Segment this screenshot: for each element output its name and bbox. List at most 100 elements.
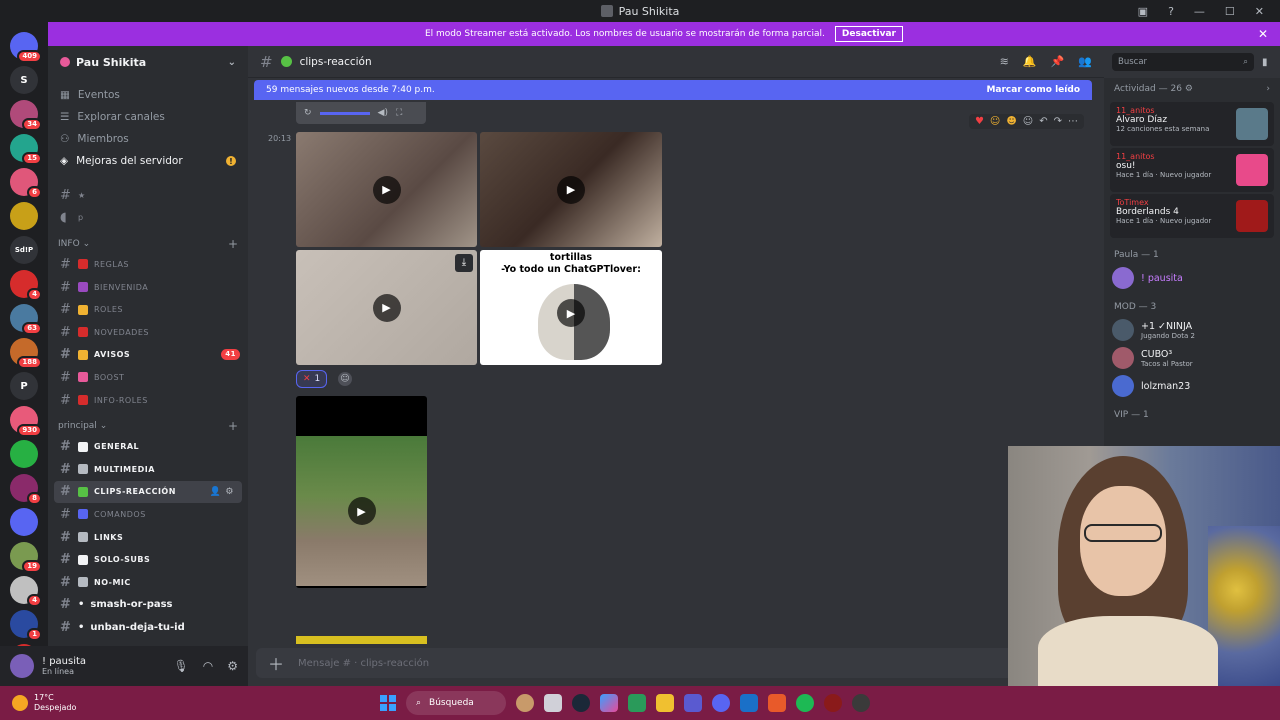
server-icon[interactable]: [10, 440, 38, 468]
activity-card[interactable]: 11_anitos osu! Hace 1 día · Nuevo jugador: [1110, 148, 1274, 192]
server-icon[interactable]: Sd!P: [10, 236, 38, 264]
members-item[interactable]: ⚇ Miembros: [48, 128, 248, 150]
threads-icon[interactable]: ≋: [1000, 55, 1009, 68]
video-attachment[interactable]: ▶ ⤓: [296, 250, 477, 365]
server-icon[interactable]: [10, 508, 38, 536]
channel-item[interactable]: # • unban-deja-tu-id: [48, 616, 248, 639]
close-window-icon[interactable]: ✕: [1255, 5, 1264, 18]
widget-icon[interactable]: [516, 694, 534, 712]
video-attachment[interactable]: ▶: [296, 396, 427, 588]
video-attachment[interactable]: ▶: [296, 132, 477, 247]
microphone-icon[interactable]: 🎙: [174, 659, 189, 673]
volume-icon[interactable]: ◀): [378, 108, 388, 118]
member-item[interactable]: +1 ✓NINJA Jugando Dota 2: [1104, 316, 1280, 344]
server-icon[interactable]: 8: [10, 474, 42, 505]
maximize-icon[interactable]: ☐: [1225, 5, 1235, 18]
pin-icon[interactable]: 📌: [1051, 55, 1065, 68]
help-icon[interactable]: ?: [1168, 5, 1174, 18]
chevron-right-icon[interactable]: ›: [1266, 84, 1270, 94]
bell-icon[interactable]: 🔔: [1023, 55, 1037, 68]
member-item[interactable]: lolzman23: [1104, 372, 1280, 400]
channel-item[interactable]: # COMANDOS: [48, 503, 248, 526]
video-controls[interactable]: ↻ ◀) ⛶: [296, 102, 426, 124]
app-icon[interactable]: [824, 694, 842, 712]
channel-item[interactable]: ◖ p: [48, 207, 248, 230]
outlook-icon[interactable]: [740, 694, 758, 712]
add-reaction-icon[interactable]: ☺: [338, 372, 352, 386]
channel-item[interactable]: # clips-reacción 👤 ⚙: [54, 480, 242, 504]
channel-item[interactable]: # AVISOS 41: [48, 344, 248, 367]
task-view-icon[interactable]: [544, 694, 562, 712]
server-icon[interactable]: P: [10, 372, 38, 400]
inbox-icon[interactable]: ▣: [1138, 5, 1148, 18]
member-item[interactable]: ! pausita: [1104, 264, 1280, 292]
obs-icon[interactable]: [852, 694, 870, 712]
video-attachment[interactable]: tortillas -Yo todo un ChatGPTlover: ▶: [480, 250, 662, 365]
download-icon[interactable]: ⤓: [455, 254, 473, 272]
windows-start-icon[interactable]: [380, 695, 396, 711]
replay-icon[interactable]: ↻: [304, 108, 312, 118]
play-icon[interactable]: ▶: [557, 175, 585, 204]
channel-item[interactable]: # LINKS: [48, 526, 248, 549]
server-icon[interactable]: S: [10, 66, 38, 94]
events-item[interactable]: ▦ Eventos: [48, 84, 248, 106]
server-icon[interactable]: 19: [10, 542, 42, 573]
more-icon[interactable]: ⋯: [1068, 116, 1078, 127]
heart-reaction-icon[interactable]: ♥: [975, 116, 984, 127]
avatar[interactable]: [10, 654, 34, 678]
channel-item[interactable]: # GENERAL: [48, 435, 248, 458]
chevron-down-icon[interactable]: ⌄: [228, 57, 236, 68]
message-composer[interactable]: ＋ Mensaje # · clips-reacción ▩▤: [256, 648, 1102, 678]
reply-icon[interactable]: ↶: [1039, 116, 1047, 127]
play-icon[interactable]: ▶: [372, 175, 401, 204]
channel-item[interactable]: # ★: [48, 184, 248, 207]
server-icon[interactable]: 34: [10, 100, 42, 131]
mark-as-read-button[interactable]: Marcar como leído: [986, 85, 1080, 95]
emoji-reaction-icon[interactable]: ☻: [1006, 116, 1016, 127]
gear-icon[interactable]: ⚙: [227, 659, 238, 673]
fullscreen-icon[interactable]: ⛶: [396, 108, 402, 118]
add-attachment-icon[interactable]: ＋: [268, 651, 284, 675]
activity-card[interactable]: ToTimex Borderlands 4 Hace 1 día · Nuevo j…: [1110, 194, 1274, 238]
copilot-icon[interactable]: [600, 694, 618, 712]
deactivate-button[interactable]: Desactivar: [834, 26, 903, 42]
steam-icon[interactable]: [572, 694, 590, 712]
video-attachment[interactable]: ▶: [480, 132, 662, 247]
channel-item[interactable]: # REGLAS: [48, 253, 248, 276]
channel-item[interactable]: # • smash-or-pass: [48, 594, 248, 617]
play-icon[interactable]: ▶: [372, 293, 401, 322]
teams-icon[interactable]: [684, 694, 702, 712]
server-icon[interactable]: 63: [10, 304, 42, 335]
server-icon[interactable]: 1: [10, 610, 42, 641]
server-icon[interactable]: 4: [10, 576, 42, 607]
new-messages-bar[interactable]: 59 mensajes nuevos desde 7:40 p.m. Marca…: [254, 80, 1092, 100]
gear-icon[interactable]: ⚙: [225, 487, 234, 497]
activity-card[interactable]: 11_anitos Alvaro Díaz 12 canciones esta se…: [1110, 102, 1274, 146]
activity-header[interactable]: Actividad — 26 ⚙ ›: [1104, 78, 1280, 100]
members-list-icon[interactable]: 👥: [1078, 55, 1092, 68]
brave-icon[interactable]: [768, 694, 786, 712]
reaction-chip[interactable]: ✕ 1: [296, 370, 328, 388]
member-item[interactable]: CUBO³ Tacos al Pastor: [1104, 344, 1280, 372]
server-header[interactable]: Pau Shikita ⌄: [48, 46, 248, 78]
server-icon[interactable]: 409: [10, 32, 42, 63]
file-explorer-icon[interactable]: [656, 694, 674, 712]
message-input[interactable]: Mensaje # · clips-reacción: [298, 658, 429, 669]
category-principal[interactable]: principal ⌄ +: [48, 417, 248, 435]
channel-item[interactable]: # ROLES: [48, 298, 248, 321]
weather-widget[interactable]: 17°C Despejado: [0, 693, 76, 713]
taskbar-search[interactable]: ⌕ Búsqueda: [406, 691, 506, 715]
progress-bar[interactable]: [319, 111, 370, 115]
headphones-icon[interactable]: ◠: [203, 659, 213, 673]
channel-item[interactable]: # NOVEDADES: [48, 321, 248, 344]
spotify-icon[interactable]: [796, 694, 814, 712]
server-icon[interactable]: 188: [10, 338, 42, 369]
discord-icon[interactable]: [712, 694, 730, 712]
channel-item[interactable]: # MULTIMEDIA: [48, 458, 248, 481]
explore-channels-item[interactable]: ☰ Explorar canales: [48, 106, 248, 128]
search-input[interactable]: Buscar ⌕: [1112, 53, 1254, 71]
invite-icon[interactable]: 👤: [210, 487, 222, 497]
channel-item[interactable]: # INFO-ROLES: [48, 389, 248, 412]
forward-icon[interactable]: ↷: [1054, 116, 1062, 127]
add-channel-icon[interactable]: +: [228, 237, 238, 251]
